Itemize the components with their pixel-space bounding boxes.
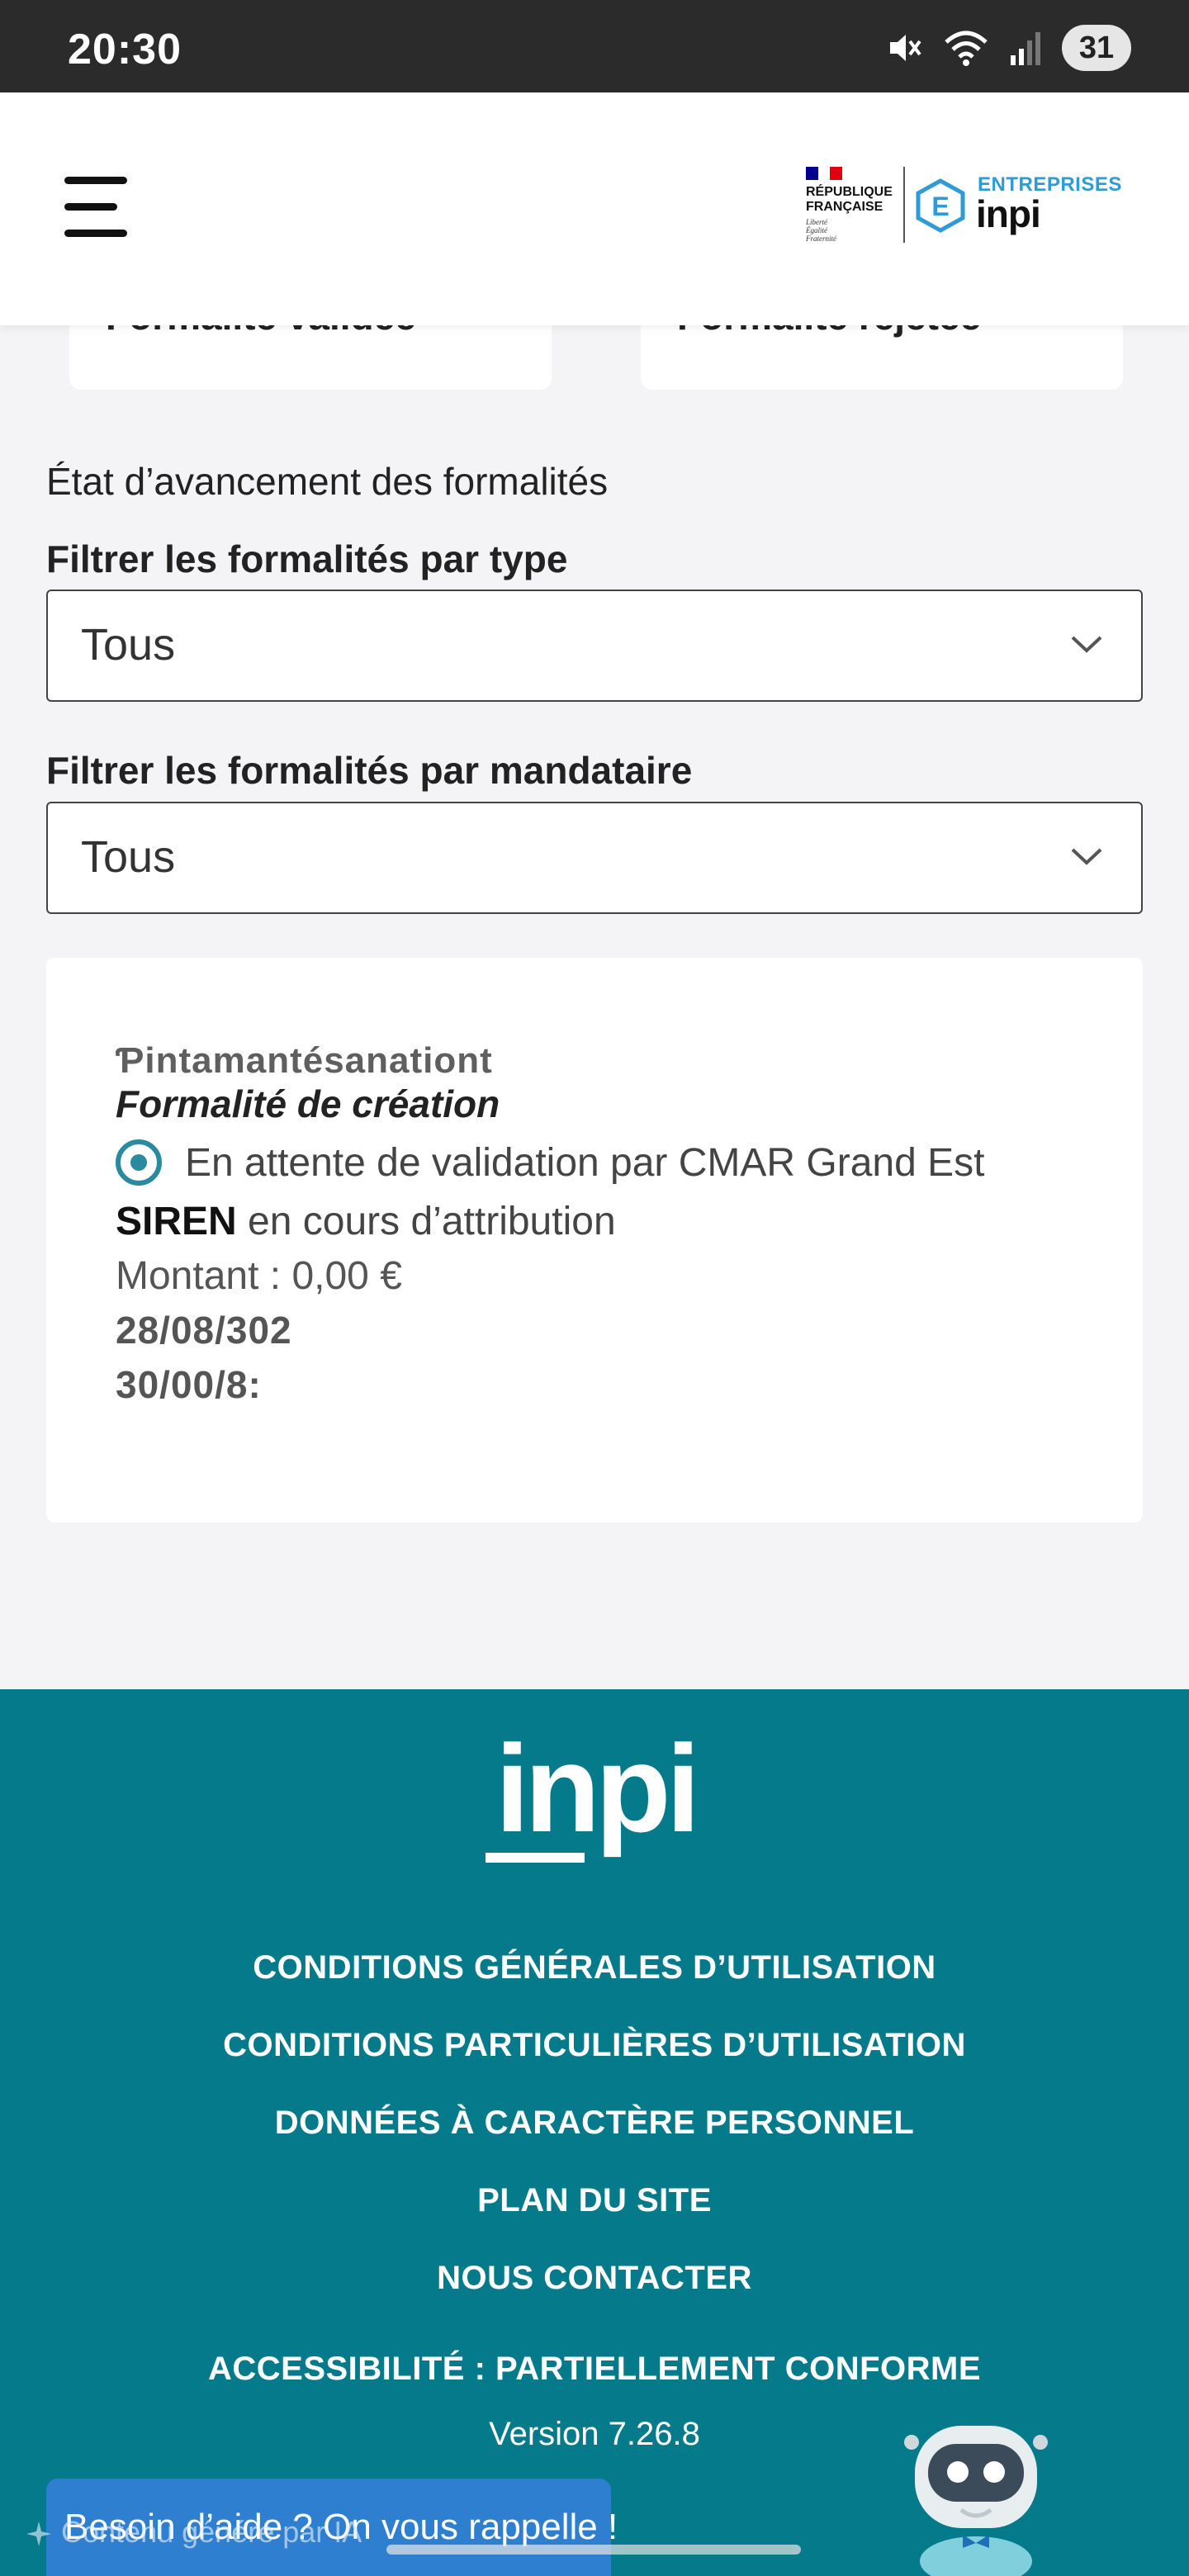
svg-text:E: E — [931, 192, 949, 221]
section-title: État d’avancement des formalités — [46, 460, 609, 503]
footer-link-accessibility[interactable]: ACCESSIBILITÉ : PARTIELLEMENT CONFORME — [0, 2330, 1189, 2408]
siren-label: SIREN — [116, 1200, 237, 1243]
svg-text:inpi: inpi — [495, 1739, 696, 1858]
formalite-date: 30/00/8: — [116, 1363, 262, 1406]
formalite-date: 28/08/302 — [116, 1309, 292, 1352]
footer-links: CONDITIONS GÉNÉRALES D’UTILISATION CONDI… — [0, 1929, 1189, 2408]
footer-link-cpu[interactable]: CONDITIONS PARTICULIÈRES D’UTILISATION — [0, 2006, 1189, 2084]
mandataire-filter-label: Filtrer les formalités par mandataire — [46, 749, 693, 792]
hamburger-menu-button[interactable] — [64, 175, 132, 241]
header-logo[interactable]: RÉPUBLIQUE FRANÇAISE Liberté Égalité Fra… — [806, 167, 1136, 258]
formalite-amount: Montant : 0,00 € — [116, 1254, 402, 1298]
entreprises-e-icon: E — [916, 178, 965, 233]
menu-line-icon — [64, 177, 127, 184]
republic-motto: Liberté Égalité Fraternité — [806, 218, 836, 243]
footer-link-personal-data[interactable]: DONNÉES À CARACTÈRE PERSONNEL — [0, 2084, 1189, 2162]
menu-line-icon — [64, 203, 117, 211]
menu-line-icon — [64, 230, 127, 237]
republique-francaise-label: RÉPUBLIQUE FRANÇAISE — [806, 185, 893, 214]
chevron-down-icon — [1071, 848, 1102, 865]
chevron-down-icon — [1071, 636, 1102, 653]
type-filter-value: Tous — [81, 620, 176, 670]
signal-icon — [1011, 32, 1040, 65]
mute-icon — [890, 35, 921, 61]
sparkle-icon — [26, 2522, 51, 2547]
status-bar: 20:30 31 — [0, 0, 1189, 92]
siren-value: en cours d’attribution — [236, 1200, 616, 1243]
logo-divider — [903, 167, 905, 243]
type-filter-label: Filtrer les formalités par type — [46, 537, 568, 580]
inpi-logo-text: inpi — [976, 192, 1041, 235]
ai-generated-note: Contenu généré par IA — [25, 2515, 362, 2550]
footer-link-cgu[interactable]: CONDITIONS GÉNÉRALES D’UTILISATION — [0, 1929, 1189, 2006]
status-radio-icon — [116, 1139, 162, 1186]
app-header: RÉPUBLIQUE FRANÇAISE Liberté Égalité Fra… — [0, 92, 1189, 325]
formalite-type: Formalité de création — [116, 1082, 500, 1125]
mandataire-filter-select[interactable]: Tous — [46, 802, 1143, 914]
formalite-state: En attente de validation par CMAR Grand … — [116, 1139, 985, 1186]
chatbot-robot-icon[interactable] — [885, 2411, 1067, 2576]
formalite-name: Ƥintamantésanationt — [116, 1040, 493, 1081]
formalite-siren: SIREN en cours d’attribution — [116, 1199, 616, 1244]
clock: 20:30 — [68, 26, 182, 73]
inpi-logo: inpi — [486, 1739, 700, 1863]
type-filter-select[interactable]: Tous — [46, 590, 1143, 702]
footer-link-sitemap[interactable]: PLAN DU SITE — [0, 2162, 1189, 2239]
french-flag-icon — [806, 167, 843, 180]
wifi-icon — [945, 31, 988, 66]
footer-link-contact[interactable]: NOUS CONTACTER — [0, 2239, 1189, 2317]
status-icons: 31 — [885, 25, 1131, 71]
formalite-card[interactable]: Ƥintamantésanationt Formalité de créatio… — [46, 958, 1143, 1522]
battery-badge: 31 — [1062, 25, 1131, 71]
home-indicator[interactable] — [386, 2545, 801, 2555]
formalite-state-text: En attente de validation par CMAR Grand … — [185, 1140, 985, 1185]
mandataire-filter-value: Tous — [81, 832, 176, 882]
